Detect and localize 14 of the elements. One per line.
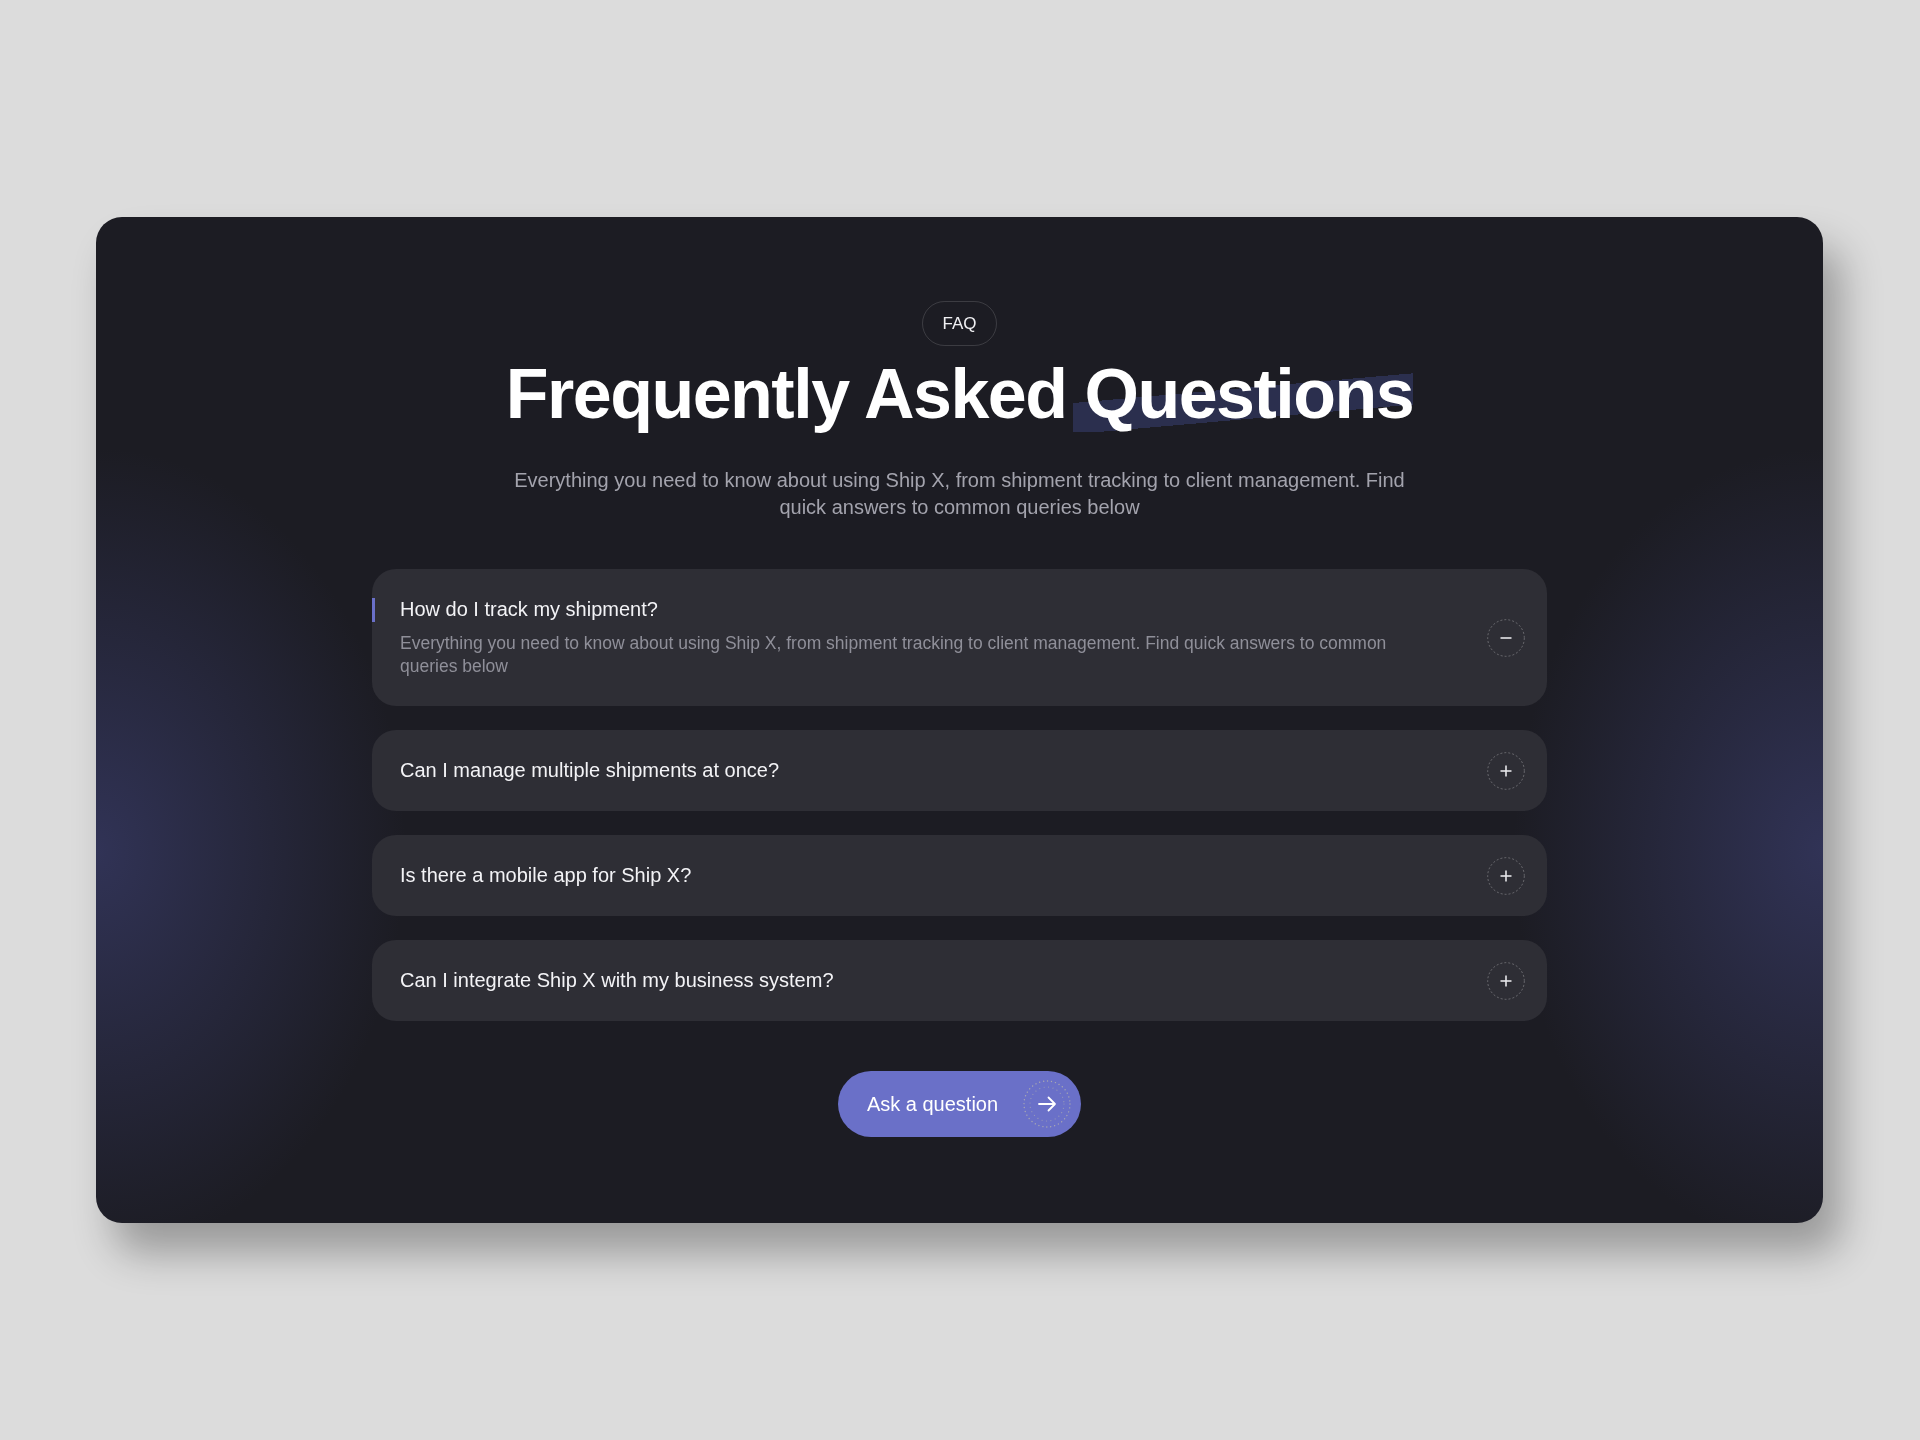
faq-question: Is there a mobile app for Ship X?: [400, 863, 693, 888]
faq-item[interactable]: How do I track my shipment? Everything you need to know about using Ship X, from shipment tracking to client management. Find quick answers to common queries below: [372, 569, 1547, 706]
plus-icon[interactable]: [1487, 856, 1525, 895]
ask-question-button[interactable]: Ask a question: [837, 1071, 1082, 1137]
faq-item[interactable]: Is there a mobile app for Ship X?: [372, 835, 1547, 916]
faq-question: Can I integrate Ship X with my business system?: [400, 968, 835, 993]
plus-icon[interactable]: [1487, 961, 1525, 1000]
faq-answer: Everything you need to know about using Ship X, from shipment tracking to client management. Find quick answers to common queries below: [400, 632, 1388, 678]
subtitle: Everything you need to know about using Ship X, from shipment tracking to client management. Find quick answers to common queries below: [513, 468, 1406, 520]
faq-question: How do I track my shipment?: [400, 597, 659, 622]
faq-item[interactable]: Can I manage multiple shipments at once?: [372, 730, 1547, 811]
faq-question: Can I manage multiple shipments at once?: [400, 758, 781, 783]
faq-item[interactable]: Can I integrate Ship X with my business system?: [372, 940, 1547, 1021]
plus-icon[interactable]: [1487, 751, 1525, 790]
